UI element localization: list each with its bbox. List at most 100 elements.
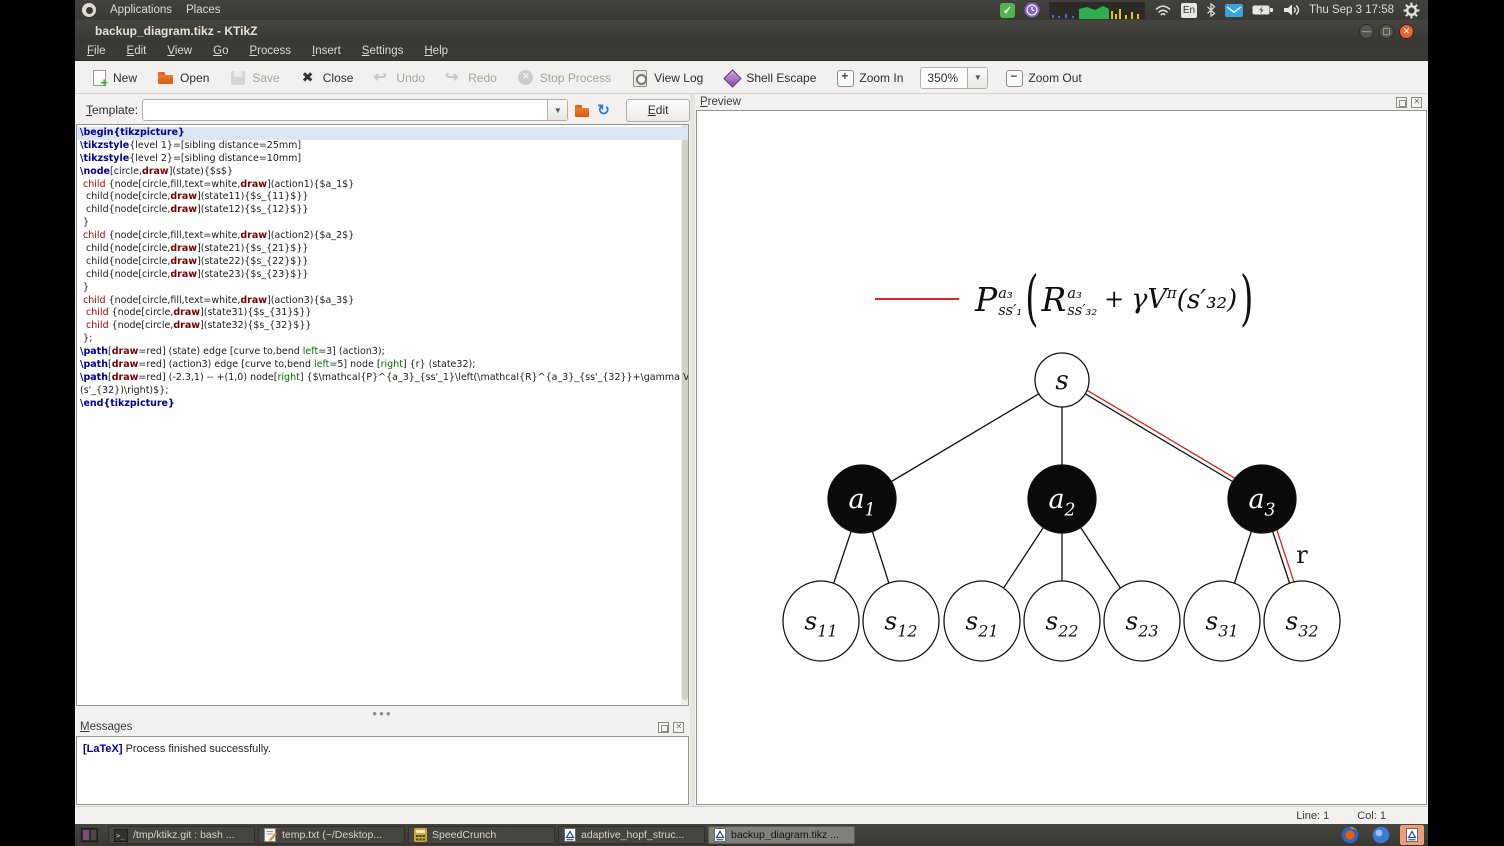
menu-bar: File Edit View Go Process Insert Settings Help [75, 42, 1428, 61]
template-combobox[interactable]: ▼ [142, 99, 569, 121]
close-icon [300, 69, 318, 87]
menu-item-file[interactable]: File [87, 45, 106, 57]
formula: P a₃ ss′₁ ( R a₃ ss′₃₂ + γVπ(s′₃₂)) [875, 263, 1256, 335]
redo-button[interactable]: Redo [442, 67, 500, 89]
taskbar-item[interactable]: SpeedCrunch [408, 826, 555, 844]
formula-gamma-v: γVπ(s′₃₂) [1131, 283, 1238, 315]
code-line: \path[draw=red] (state) edge [curve to,b… [80, 346, 385, 358]
menu-item-help[interactable]: Help [424, 45, 448, 57]
minimize-button[interactable]: — [1359, 23, 1374, 39]
clock[interactable]: Thu Sep 3 17:58 [1309, 4, 1394, 16]
formula-r: R [1041, 279, 1067, 319]
screen: Applications Places ✓ En Thu Sep 3 17:58 b… [75, 0, 1428, 846]
zoom-in-button[interactable]: Zoom In [833, 67, 906, 89]
taskbar-item[interactable]: >_/tmp/ktikz.git : bash ... [108, 826, 255, 844]
browser-icon[interactable] [1369, 825, 1393, 845]
log-button[interactable]: View Log [628, 67, 706, 89]
code-line: }; [80, 333, 93, 345]
log-icon [631, 69, 649, 87]
taskbar-item[interactable]: adaptive_hopf_struc... [558, 826, 705, 844]
volume-icon[interactable] [1283, 3, 1300, 17]
menu-item-settings[interactable]: Settings [362, 45, 404, 57]
chevron-down-icon[interactable]: ▼ [967, 67, 988, 88]
status-col: Col: 1 [1357, 809, 1386, 822]
session-gear-icon[interactable] [1403, 2, 1420, 19]
code-editor[interactable]: \begin{tikzpicture} \tikzstyle{level 1}=[… [76, 124, 689, 706]
desktop-stage: Applications Places ✓ En Thu Sep 3 17:58 b… [0, 0, 1504, 846]
zoom-level-combobox[interactable]: 350% ▼ [920, 66, 989, 89]
chevron-down-icon[interactable]: ▼ [547, 100, 568, 120]
folder-icon [573, 101, 591, 119]
menu-item-insert[interactable]: Insert [312, 45, 341, 57]
battery-icon[interactable] [1252, 4, 1274, 16]
menu-item-process[interactable]: Process [249, 45, 291, 57]
menu-item-edit[interactable]: Edit [127, 45, 147, 57]
close-button[interactable]: ✕ [1399, 23, 1414, 39]
wifi-icon[interactable] [1154, 4, 1172, 17]
message-text: Process finished successfully. [122, 743, 271, 755]
taskbar-item[interactable]: temp.txt (~/Desktop... [258, 826, 405, 844]
tikz-tree-diagram: sa1 a2 a3s11 s12 s21 s22 s23 s31 s32r [782, 352, 1341, 662]
template-reload-button[interactable] [596, 100, 616, 121]
terminal-icon: >_ [114, 828, 128, 842]
menu-item-view[interactable]: View [167, 45, 192, 57]
new-button[interactable]: New [87, 67, 140, 90]
zoom-out-button[interactable]: Zoom Out [1002, 67, 1084, 89]
shell-button[interactable]: Shell Escape [720, 67, 819, 89]
template-open-button[interactable] [572, 100, 592, 121]
ktikz-alert-icon[interactable] [1400, 825, 1424, 845]
menu-item-go[interactable]: Go [213, 45, 228, 57]
applications-menu[interactable]: Applications [110, 4, 172, 16]
maximize-button[interactable]: ▢ [1379, 23, 1394, 39]
ubuntu-logo-icon[interactable] [82, 3, 96, 17]
system-monitor-graph[interactable] [1048, 1, 1145, 19]
stop-button[interactable]: Stop Process [514, 67, 614, 89]
new-icon [90, 69, 108, 90]
code-line: \node[circle,draw](state){$s$} [80, 165, 234, 177]
horizontal-splitter[interactable]: ●●● [75, 709, 690, 718]
window-title: backup_diagram.tikz - KTikZ [95, 24, 258, 38]
keyboard-layout-badge[interactable]: En [1180, 2, 1197, 18]
template-value[interactable] [143, 100, 547, 120]
message-tag: [LaTeX] [83, 743, 123, 755]
code-line: \path[draw=red] (-2.3,1) -- +(1,0) node[… [80, 371, 689, 383]
save-button[interactable]: Save [226, 67, 282, 89]
preview-title: Preview [700, 96, 741, 108]
code-line: \begin{tikzpicture} [77, 127, 688, 140]
close-dock-icon[interactable] [673, 721, 684, 733]
code-line: } [80, 281, 90, 293]
places-menu[interactable]: Places [186, 4, 221, 16]
time-tracker-icon[interactable] [1024, 2, 1040, 18]
calculator-icon [414, 828, 427, 842]
taskbar-item[interactable]: backup_diagram.tikz ... [708, 826, 855, 844]
undo-button[interactable]: Undo [370, 67, 428, 89]
float-dock-icon[interactable] [658, 721, 669, 733]
updates-check-icon[interactable]: ✓ [999, 2, 1015, 18]
float-dock-icon[interactable] [1396, 96, 1407, 108]
preview-canvas[interactable]: s a1 a2 a3 s11 s12 s21 s22 s23 s31 s32 r P a₃ ss′₁ … [696, 110, 1427, 805]
code-line: child{node[circle,draw](state23){$s_{23}… [80, 268, 309, 280]
open-button[interactable]: Open [154, 67, 212, 89]
preview-pane: Preview sa1a2a3s11s12s21s22s23s31s32r P … [695, 94, 1428, 806]
bluetooth-icon[interactable] [1206, 3, 1216, 17]
ktikz-icon [564, 828, 576, 842]
red-rule [875, 298, 959, 300]
close-dock-icon[interactable] [1411, 96, 1422, 108]
code-line: child {node[circle,fill,text=white,draw]… [83, 178, 355, 190]
redo-icon [445, 67, 463, 87]
code-line: child {node[circle,fill,text=white,draw]… [83, 294, 355, 306]
code-line: \tikzstyle{level 2}=[sibling distance=10… [80, 152, 302, 164]
refresh-icon [597, 101, 615, 119]
mail-icon[interactable] [1224, 3, 1243, 17]
status-bar: Line: 1 Col: 1 [75, 806, 1428, 824]
code-line: child {node[circle,draw](state32){$s_{32… [86, 320, 312, 332]
workspace-switcher[interactable] [81, 828, 98, 842]
close-button[interactable]: Close [297, 67, 357, 89]
code-line: child{node[circle,draw](state21){$s_{21}… [80, 243, 309, 255]
taskbar: >_/tmp/ktikz.git : bash ... temp.txt (~/D… [75, 824, 1428, 846]
messages-panel: [LaTeX] Process finished successfully. [76, 736, 689, 805]
firefox-icon[interactable] [1338, 825, 1362, 845]
ktikz-icon [714, 828, 726, 842]
template-edit-button[interactable]: Edit [626, 98, 690, 122]
editor-pane: Template: ▼ Edit \begin{tikzpicture}\tik… [75, 94, 690, 806]
